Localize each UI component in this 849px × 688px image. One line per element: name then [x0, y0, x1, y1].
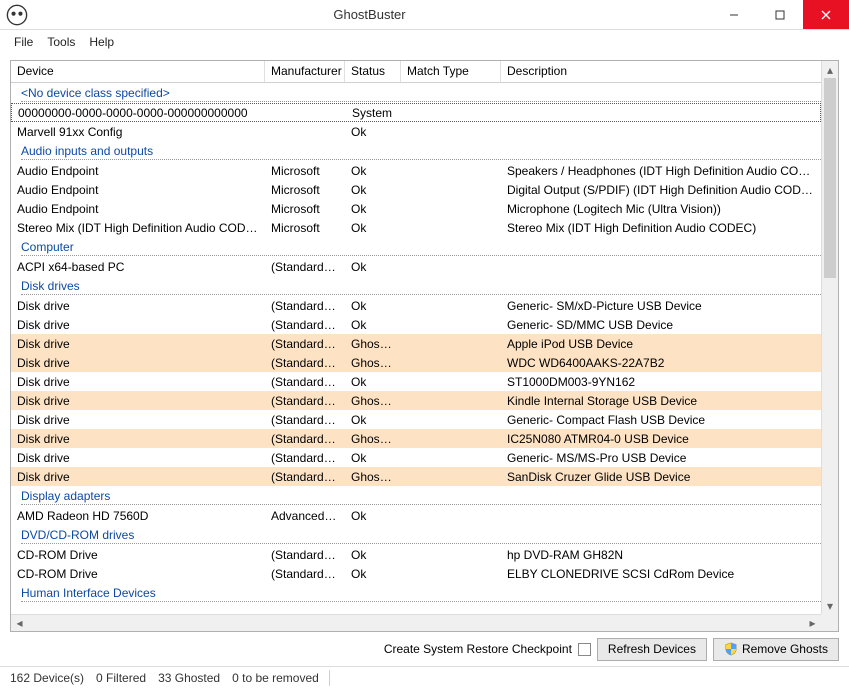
group-header[interactable]: Computer — [11, 237, 821, 257]
checkpoint-checkbox[interactable] — [578, 643, 591, 656]
horizontal-scrollbar[interactable]: ◂ ▸ — [11, 614, 821, 631]
group-header[interactable]: Display adapters — [11, 486, 821, 506]
table-row[interactable]: AMD Radeon HD 7560DAdvanced …Ok — [11, 506, 821, 525]
table-row[interactable]: Disk drive(Standard di…GhostedIC25N080 A… — [11, 429, 821, 448]
group-header[interactable]: Disk drives — [11, 276, 821, 296]
menu-tools[interactable]: Tools — [47, 35, 75, 49]
table-row[interactable]: Disk drive(Standard di…OkST1000DM003-9YN… — [11, 372, 821, 391]
table-row[interactable]: Stereo Mix (IDT High Definition Audio CO… — [11, 218, 821, 237]
checkpoint-label: Create System Restore Checkpoint — [384, 642, 572, 656]
table-row[interactable]: Disk drive(Standard di…OkGeneric- MS/MS-… — [11, 448, 821, 467]
table-row[interactable]: Disk drive(Standard di…GhostedSanDisk Cr… — [11, 467, 821, 486]
statusbar: 162 Device(s) 0 Filtered 33 Ghosted 0 to… — [0, 666, 849, 688]
col-device[interactable]: Device — [11, 61, 265, 82]
app-icon — [6, 4, 28, 26]
status-removed: 0 to be removed — [226, 671, 325, 685]
status-filtered: 0 Filtered — [90, 671, 152, 685]
menu-help[interactable]: Help — [89, 35, 114, 49]
scroll-up-icon[interactable]: ▴ — [822, 61, 838, 78]
menubar: File Tools Help — [0, 30, 849, 54]
scroll-left-icon[interactable]: ◂ — [11, 615, 28, 631]
scroll-down-icon[interactable]: ▾ — [822, 597, 838, 614]
maximize-button[interactable] — [757, 0, 803, 29]
titlebar: GhostBuster — [0, 0, 849, 30]
table-row[interactable]: 00000000-0000-0000-0000-000000000000Syst… — [11, 103, 821, 122]
refresh-button[interactable]: Refresh Devices — [597, 638, 707, 661]
group-header[interactable]: <No device class specified> — [11, 83, 821, 103]
scroll-thumb[interactable] — [824, 78, 836, 278]
table-row[interactable]: Marvell 91xx ConfigOk — [11, 122, 821, 141]
minimize-button[interactable] — [711, 0, 757, 29]
group-header[interactable]: DVD/CD-ROM drives — [11, 525, 821, 545]
table-row[interactable]: CD-ROM Drive(Standard C…OkELBY CLONEDRIV… — [11, 564, 821, 583]
group-header[interactable]: Human Interface Devices — [11, 583, 821, 603]
shield-icon — [724, 642, 738, 656]
vertical-scrollbar[interactable]: ▴ ▾ — [821, 61, 838, 614]
status-devices: 162 Device(s) — [4, 671, 90, 685]
remove-ghosts-button[interactable]: Remove Ghosts — [713, 638, 839, 661]
footer-controls: Create System Restore Checkpoint Refresh… — [0, 636, 849, 666]
table-header: Device Manufacturer Status Match Type De… — [11, 61, 838, 83]
table-row[interactable]: Disk drive(Standard di…GhostedApple iPod… — [11, 334, 821, 353]
table-row[interactable]: Audio EndpointMicrosoftOkDigital Output … — [11, 180, 821, 199]
col-description[interactable]: Description — [501, 61, 838, 82]
table-row[interactable]: ACPI x64-based PC(Standard c…Ok — [11, 257, 821, 276]
group-header[interactable]: Audio inputs and outputs — [11, 141, 821, 161]
table-row[interactable]: Audio EndpointMicrosoftOkSpeakers / Head… — [11, 161, 821, 180]
status-ghosted: 33 Ghosted — [152, 671, 226, 685]
table-row[interactable]: Audio EndpointMicrosoftOkMicrophone (Log… — [11, 199, 821, 218]
col-status[interactable]: Status — [345, 61, 401, 82]
col-manufacturer[interactable]: Manufacturer — [265, 61, 345, 82]
device-panel: Device Manufacturer Status Match Type De… — [10, 60, 839, 632]
close-button[interactable] — [803, 0, 849, 29]
table-row[interactable]: Disk drive(Standard di…OkGeneric- SM/xD-… — [11, 296, 821, 315]
table-row[interactable]: Disk drive(Standard di…GhostedWDC WD6400… — [11, 353, 821, 372]
menu-file[interactable]: File — [14, 35, 33, 49]
table-row[interactable]: Disk drive(Standard di…OkGeneric- Compac… — [11, 410, 821, 429]
table-row[interactable]: Disk drive(Standard di…GhostedKindle Int… — [11, 391, 821, 410]
scroll-right-icon[interactable]: ▸ — [804, 615, 821, 631]
table-body[interactable]: <No device class specified>00000000-0000… — [11, 83, 821, 614]
table-row[interactable]: Disk drive(Standard di…OkGeneric- SD/MMC… — [11, 315, 821, 334]
col-match[interactable]: Match Type — [401, 61, 501, 82]
window-title: GhostBuster — [28, 7, 711, 22]
table-row[interactable]: CD-ROM Drive(Standard C…Okhp DVD-RAM GH8… — [11, 545, 821, 564]
